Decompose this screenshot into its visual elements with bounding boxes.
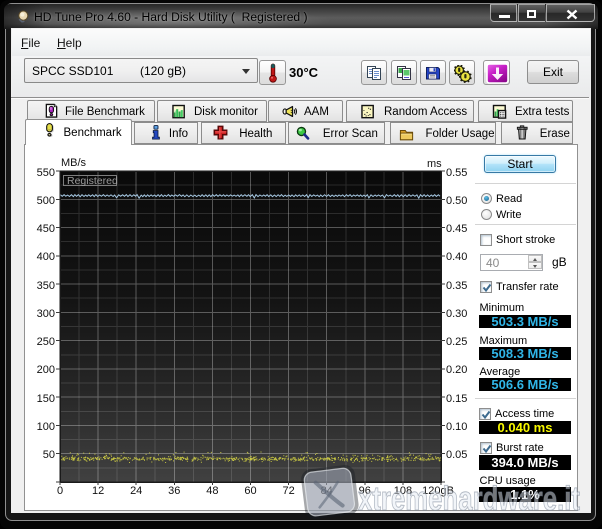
svg-text:xtremehardware.it: xtremehardware.it [358, 480, 580, 518]
